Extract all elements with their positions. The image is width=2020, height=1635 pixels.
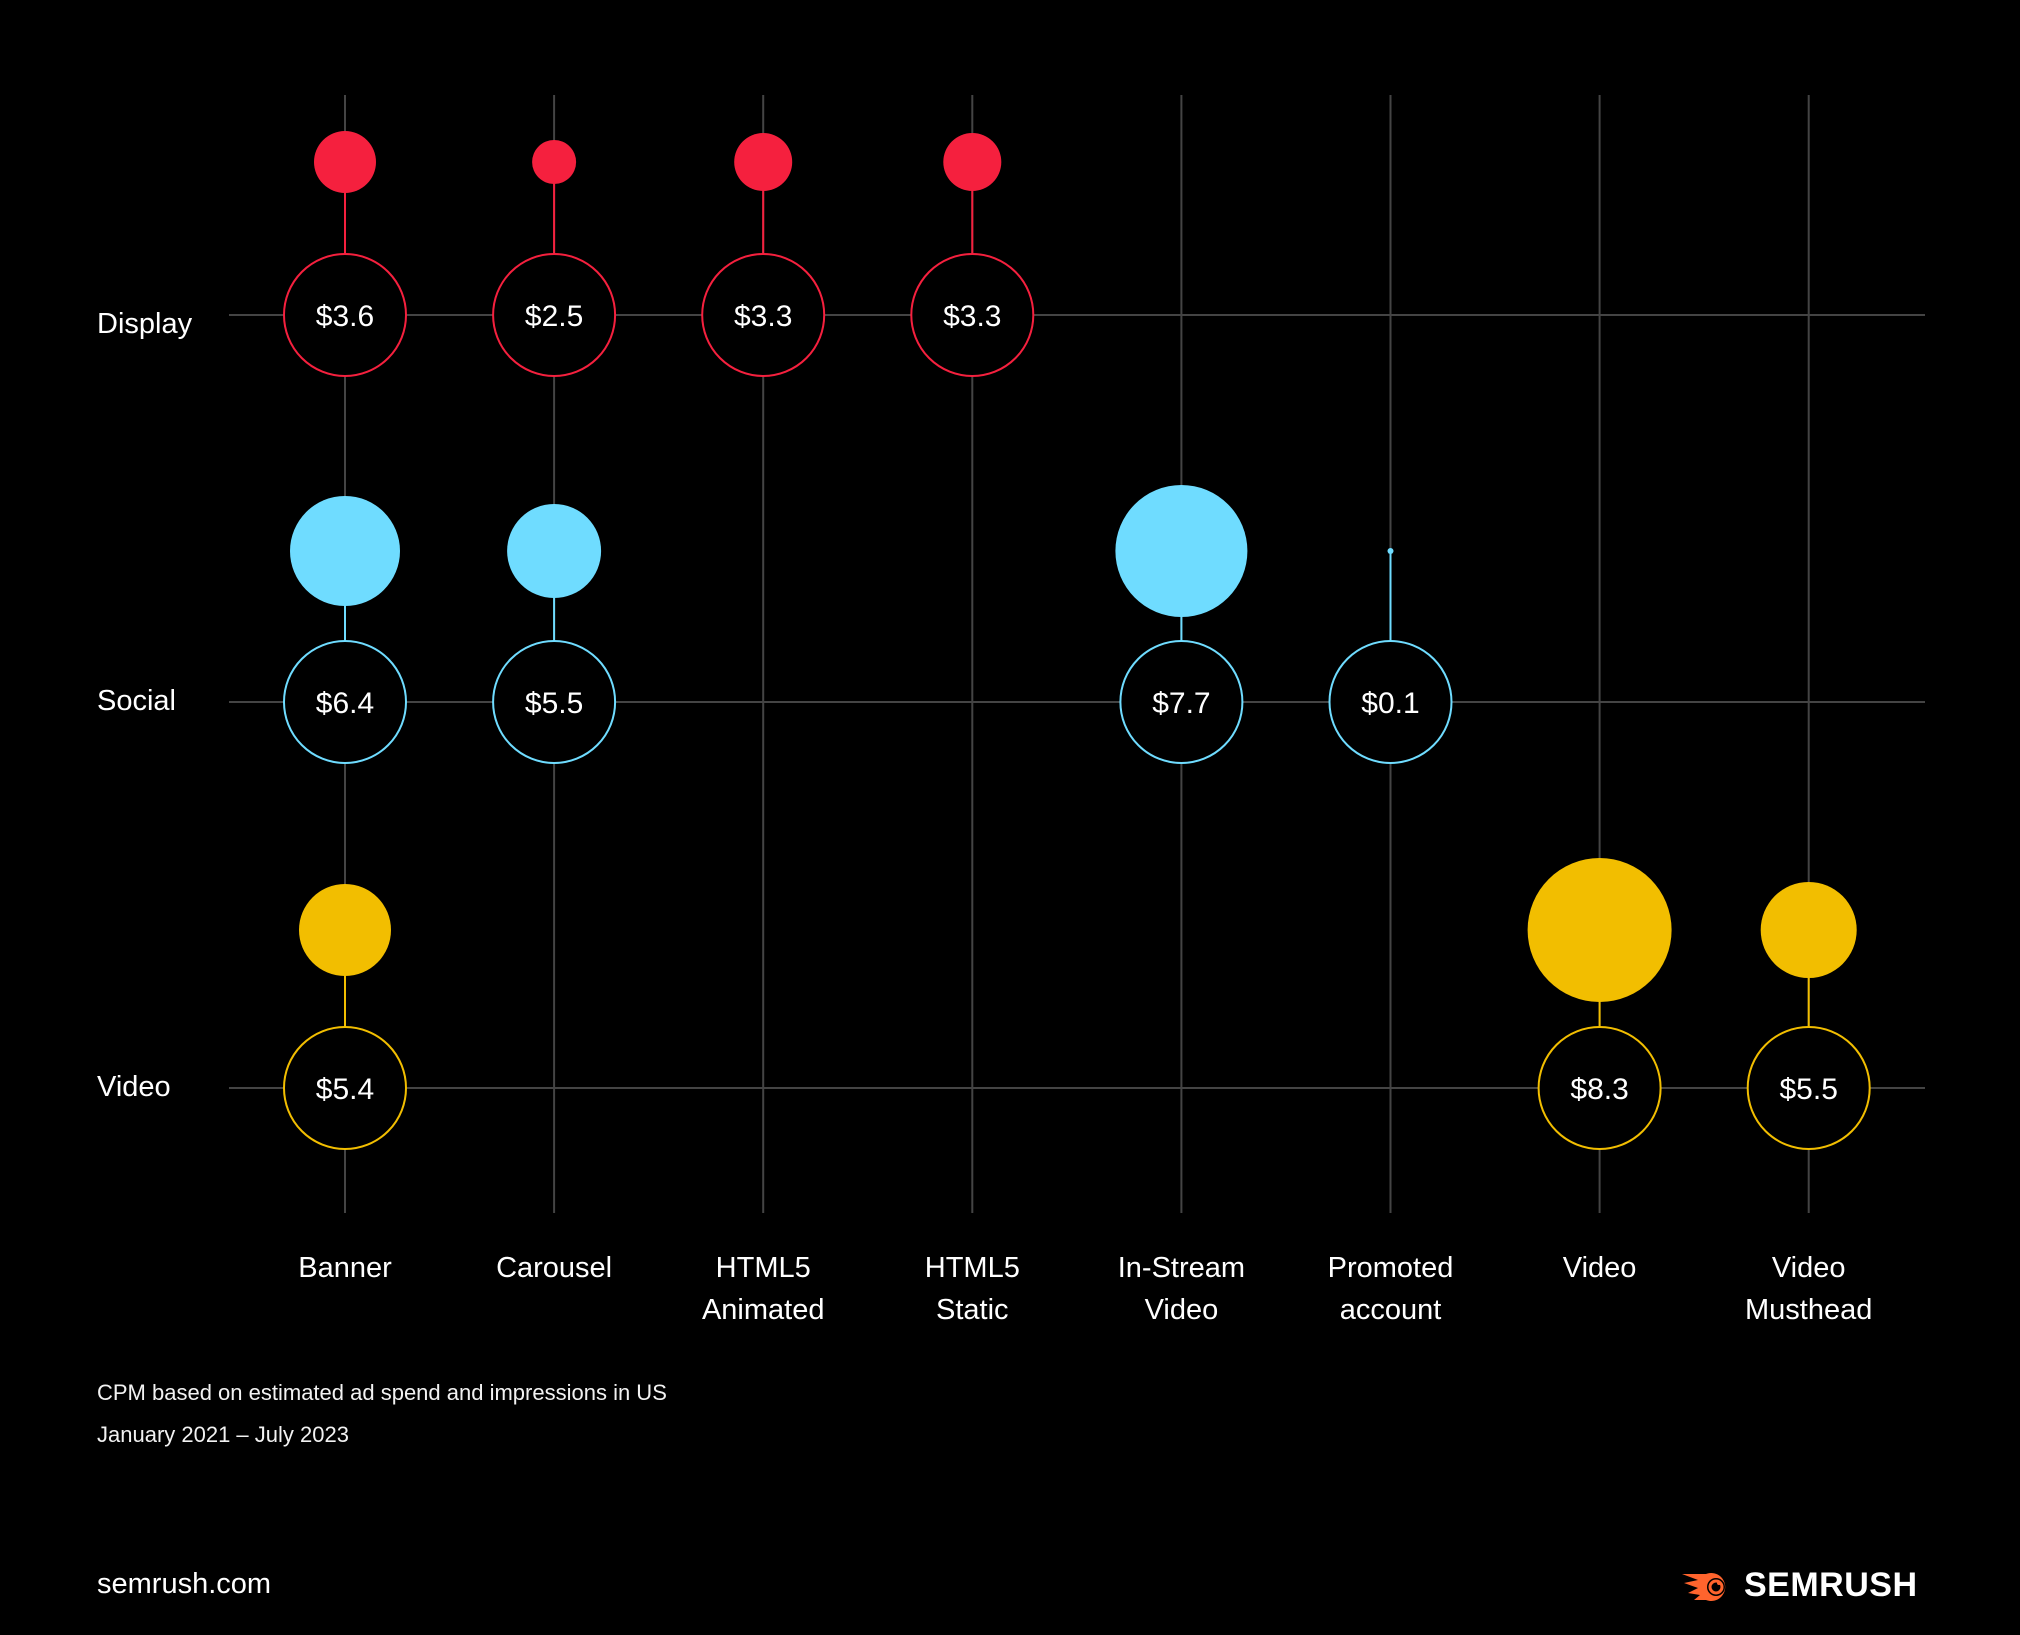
semrush-fireball-icon <box>1682 1572 1726 1601</box>
x-tick-label: Banner <box>298 1252 392 1284</box>
x-tick-label: HTML5 <box>716 1252 811 1284</box>
data-label: $5.4 <box>316 1073 374 1106</box>
x-tick-label: Promoted <box>1328 1252 1454 1284</box>
marks: $3.6 $2.5 $3.3 $3.3 $6.4 $5.5 $7.7 $0.1 $5.4 $8.3… <box>283 131 1871 1150</box>
x-tick-label: In-Stream <box>1118 1252 1245 1284</box>
x-tick-label: Static <box>936 1294 1009 1326</box>
x-tick-label: Musthead <box>1745 1294 1872 1326</box>
bubble <box>734 133 793 191</box>
site-url: semrush.com <box>97 1568 272 1600</box>
data-label: $3.6 <box>316 300 374 333</box>
bubble <box>299 884 391 976</box>
data-label: $5.5 <box>525 687 583 720</box>
x-axis-labels: Banner Carousel HTML5 Animated HTML5 Static In… <box>298 1252 1872 1326</box>
data-label: $3.3 <box>943 300 1001 333</box>
row-label-display: Display <box>97 308 193 340</box>
x-tick-label: account <box>1340 1294 1442 1326</box>
row-label-video: Video <box>97 1071 171 1103</box>
semrush-wordmark: SEMRUSH <box>1744 1566 1918 1604</box>
bubble <box>532 140 577 184</box>
x-tick-label: Carousel <box>496 1252 612 1284</box>
row-label-social: Social <box>97 685 176 717</box>
bubble <box>314 131 376 193</box>
x-tick-label: Animated <box>702 1294 825 1326</box>
data-label: $3.3 <box>734 300 792 333</box>
footnote-date-range: January 2021 – July 2023 <box>97 1422 349 1447</box>
data-label: $8.3 <box>1570 1073 1628 1106</box>
bubble <box>507 504 602 598</box>
x-tick-label: Video <box>1145 1294 1219 1326</box>
bubble <box>290 496 400 606</box>
bubble <box>1760 882 1857 978</box>
x-tick-label: Video <box>1772 1252 1846 1284</box>
bubble <box>1527 858 1672 1002</box>
bubble <box>1115 485 1248 617</box>
data-label: $0.1 <box>1361 687 1419 720</box>
data-label: $7.7 <box>1152 687 1210 720</box>
data-label: $5.5 <box>1780 1073 1838 1106</box>
data-label: $6.4 <box>316 687 374 720</box>
footnote-methodology: CPM based on estimated ad spend and impr… <box>97 1380 667 1405</box>
data-label: $2.5 <box>525 300 583 333</box>
bubble <box>943 133 1002 191</box>
x-tick-label: Video <box>1563 1252 1637 1284</box>
semrush-logo: SEMRUSH <box>1680 1566 1918 1605</box>
bubble <box>1387 548 1394 554</box>
x-tick-label: HTML5 <box>925 1252 1020 1284</box>
grid <box>229 95 1925 1213</box>
